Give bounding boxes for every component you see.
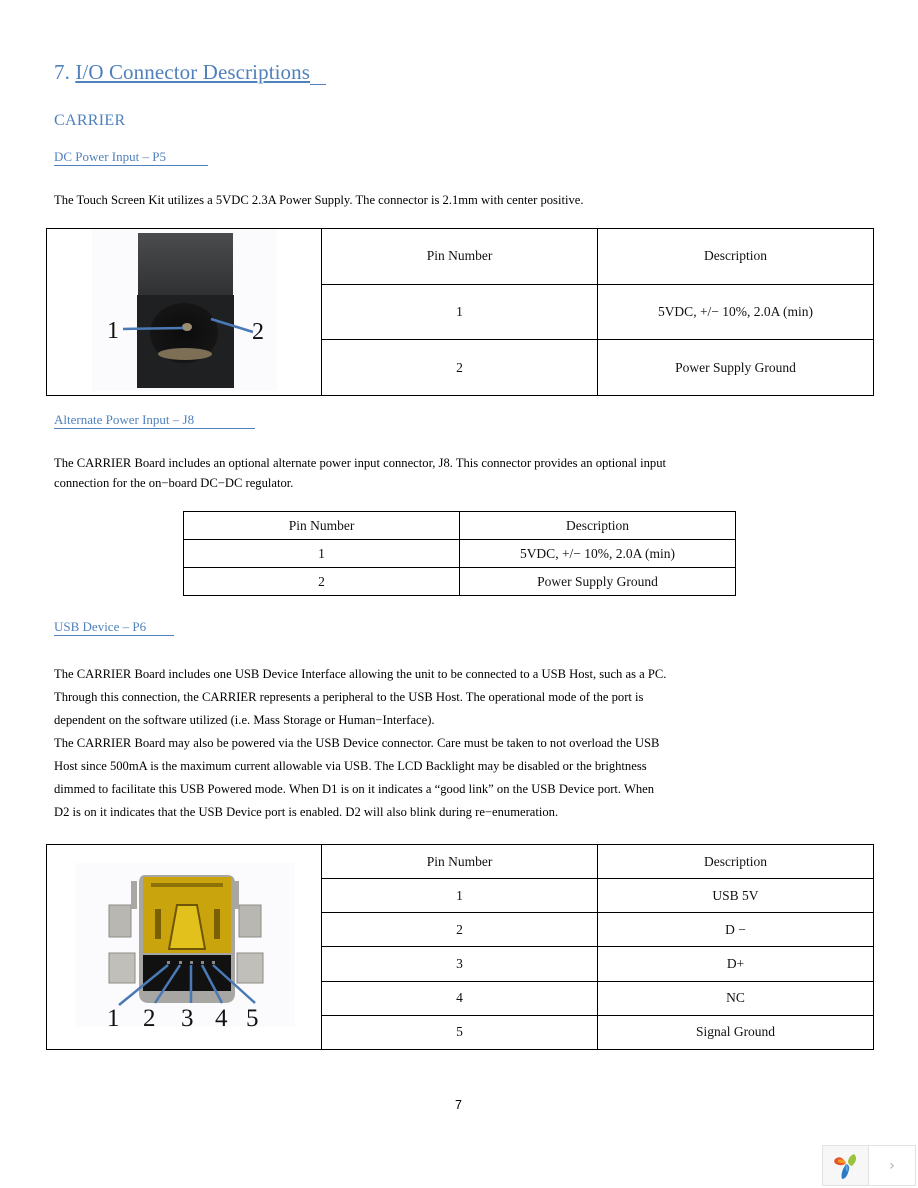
pin-label-1: 1 — [107, 1005, 120, 1032]
viewer-nav-widget[interactable]: › — [822, 1145, 916, 1186]
pin-label-5: 5 — [246, 1005, 259, 1032]
pin-description-cell: 5VDC, +/− 10%, 2.0A (min) — [597, 283, 874, 341]
pin-label-3: 3 — [181, 1005, 194, 1032]
shell-edge — [131, 881, 137, 909]
section-number: 7. — [54, 60, 70, 84]
usb-text-line-6: dimmed to facilitate this USB Powered mo… — [54, 782, 655, 796]
jack-center-pin — [182, 323, 192, 331]
dc-power-pin-table: 1 2 Pin Number Description 1 5VDC, +/− 1… — [46, 228, 874, 396]
pin-label-2: 2 — [252, 319, 264, 345]
pin-description-cell: 5VDC, +/− 10%, 2.0A (min) — [459, 539, 736, 568]
heading-underline — [310, 67, 327, 85]
usb-pin-table: 1 2 3 4 5 Pin Number Description 1 USB 5… — [46, 843, 874, 1051]
board-subheading: CARRIER — [54, 112, 126, 129]
pin-description-cell: Power Supply Ground — [459, 567, 736, 596]
dc-power-title: DC Power Input – P5 — [54, 149, 208, 166]
pin-number-cell: 4 — [321, 980, 598, 1016]
chevron-right-icon[interactable]: › — [869, 1146, 915, 1185]
header-pin-number: Pin Number — [183, 511, 460, 540]
usb-device-title: USB Device – P6 — [54, 619, 174, 636]
jack-contact-sleeve — [158, 348, 212, 360]
alt-power-title: Alternate Power Input – J8 — [54, 412, 255, 429]
table-row: 2 Power Supply Ground — [183, 567, 736, 596]
header-description: Description — [597, 843, 874, 880]
usb-opening — [143, 955, 231, 991]
table-row: 1 2 Pin Number Description — [46, 228, 874, 396]
table-row: Pin Number Description — [183, 511, 736, 540]
header-pin-number: Pin Number — [321, 228, 598, 285]
pin-description-cell: Signal Ground — [597, 1014, 874, 1051]
pin-description-cell: Power Supply Ground — [597, 339, 874, 396]
pin-label-4: 4 — [215, 1005, 228, 1032]
section-heading: 7. I/O Connector Descriptions — [54, 60, 327, 85]
usb-text-line-7: D2 is on it indicates that the USB Devic… — [54, 805, 559, 819]
pin-number-cell: 3 — [321, 946, 598, 982]
header-description: Description — [459, 511, 736, 540]
page-number: 7 — [455, 1098, 462, 1112]
pin-label-1: 1 — [107, 318, 119, 344]
pin-number-cell: 1 — [321, 878, 598, 914]
pin-number-cell: 1 — [321, 283, 598, 341]
usb-connector-image-cell: 1 2 3 4 5 — [46, 844, 322, 1050]
pin-number-cell: 2 — [183, 567, 460, 596]
mount-tab — [108, 904, 132, 938]
alt-power-text-line-2: connection for the on−board DC−DC regula… — [54, 476, 294, 490]
usb-text-line-1: The CARRIER Board includes one USB Devic… — [54, 667, 667, 681]
pin-number-cell: 2 — [321, 912, 598, 948]
alt-power-pin-table: Pin Number Description 1 5VDC, +/− 10%, … — [183, 511, 736, 596]
pin-description-cell: D+ — [597, 946, 874, 982]
section-title: I/O Connector Descriptions — [75, 60, 311, 84]
pin-label-2: 2 — [143, 1005, 156, 1032]
pin-description-cell: NC — [597, 980, 874, 1016]
table-row: 1 2 3 4 5 Pin Number Description — [46, 843, 874, 1050]
jack-top-face — [138, 233, 233, 297]
usb-text-line-5: Host since 500mA is the maximum current … — [54, 759, 647, 773]
usb-text-line-2: Through this connection, the CARRIER rep… — [54, 690, 644, 704]
pinwheel-logo-icon[interactable] — [823, 1146, 869, 1185]
callout-line-1 — [122, 326, 184, 331]
dc-jack-image: 1 2 — [92, 229, 277, 391]
dc-jack-image-cell: 1 2 — [46, 228, 322, 396]
mount-tab — [108, 952, 136, 984]
usb-text-line-4: The CARRIER Board may also be powered vi… — [54, 736, 660, 750]
pin-number-cell: 5 — [321, 1014, 598, 1051]
mount-tab — [236, 952, 264, 984]
pin-description-cell: D − — [597, 912, 874, 948]
usb-text-line-3: dependent on the software utilized (i.e.… — [54, 713, 435, 727]
pin-number-cell: 1 — [183, 539, 460, 568]
table-row: 1 5VDC, +/− 10%, 2.0A (min) — [183, 539, 736, 568]
header-pin-number: Pin Number — [321, 843, 598, 880]
usb-connector-image: 1 2 3 4 5 — [75, 863, 295, 1032]
header-description: Description — [597, 228, 874, 285]
pin-number-cell: 2 — [321, 339, 598, 396]
dc-power-text: The Touch Screen Kit utilizes a 5VDC 2.3… — [54, 193, 584, 207]
mount-tab — [238, 904, 262, 938]
pin-description-cell: USB 5V — [597, 878, 874, 914]
